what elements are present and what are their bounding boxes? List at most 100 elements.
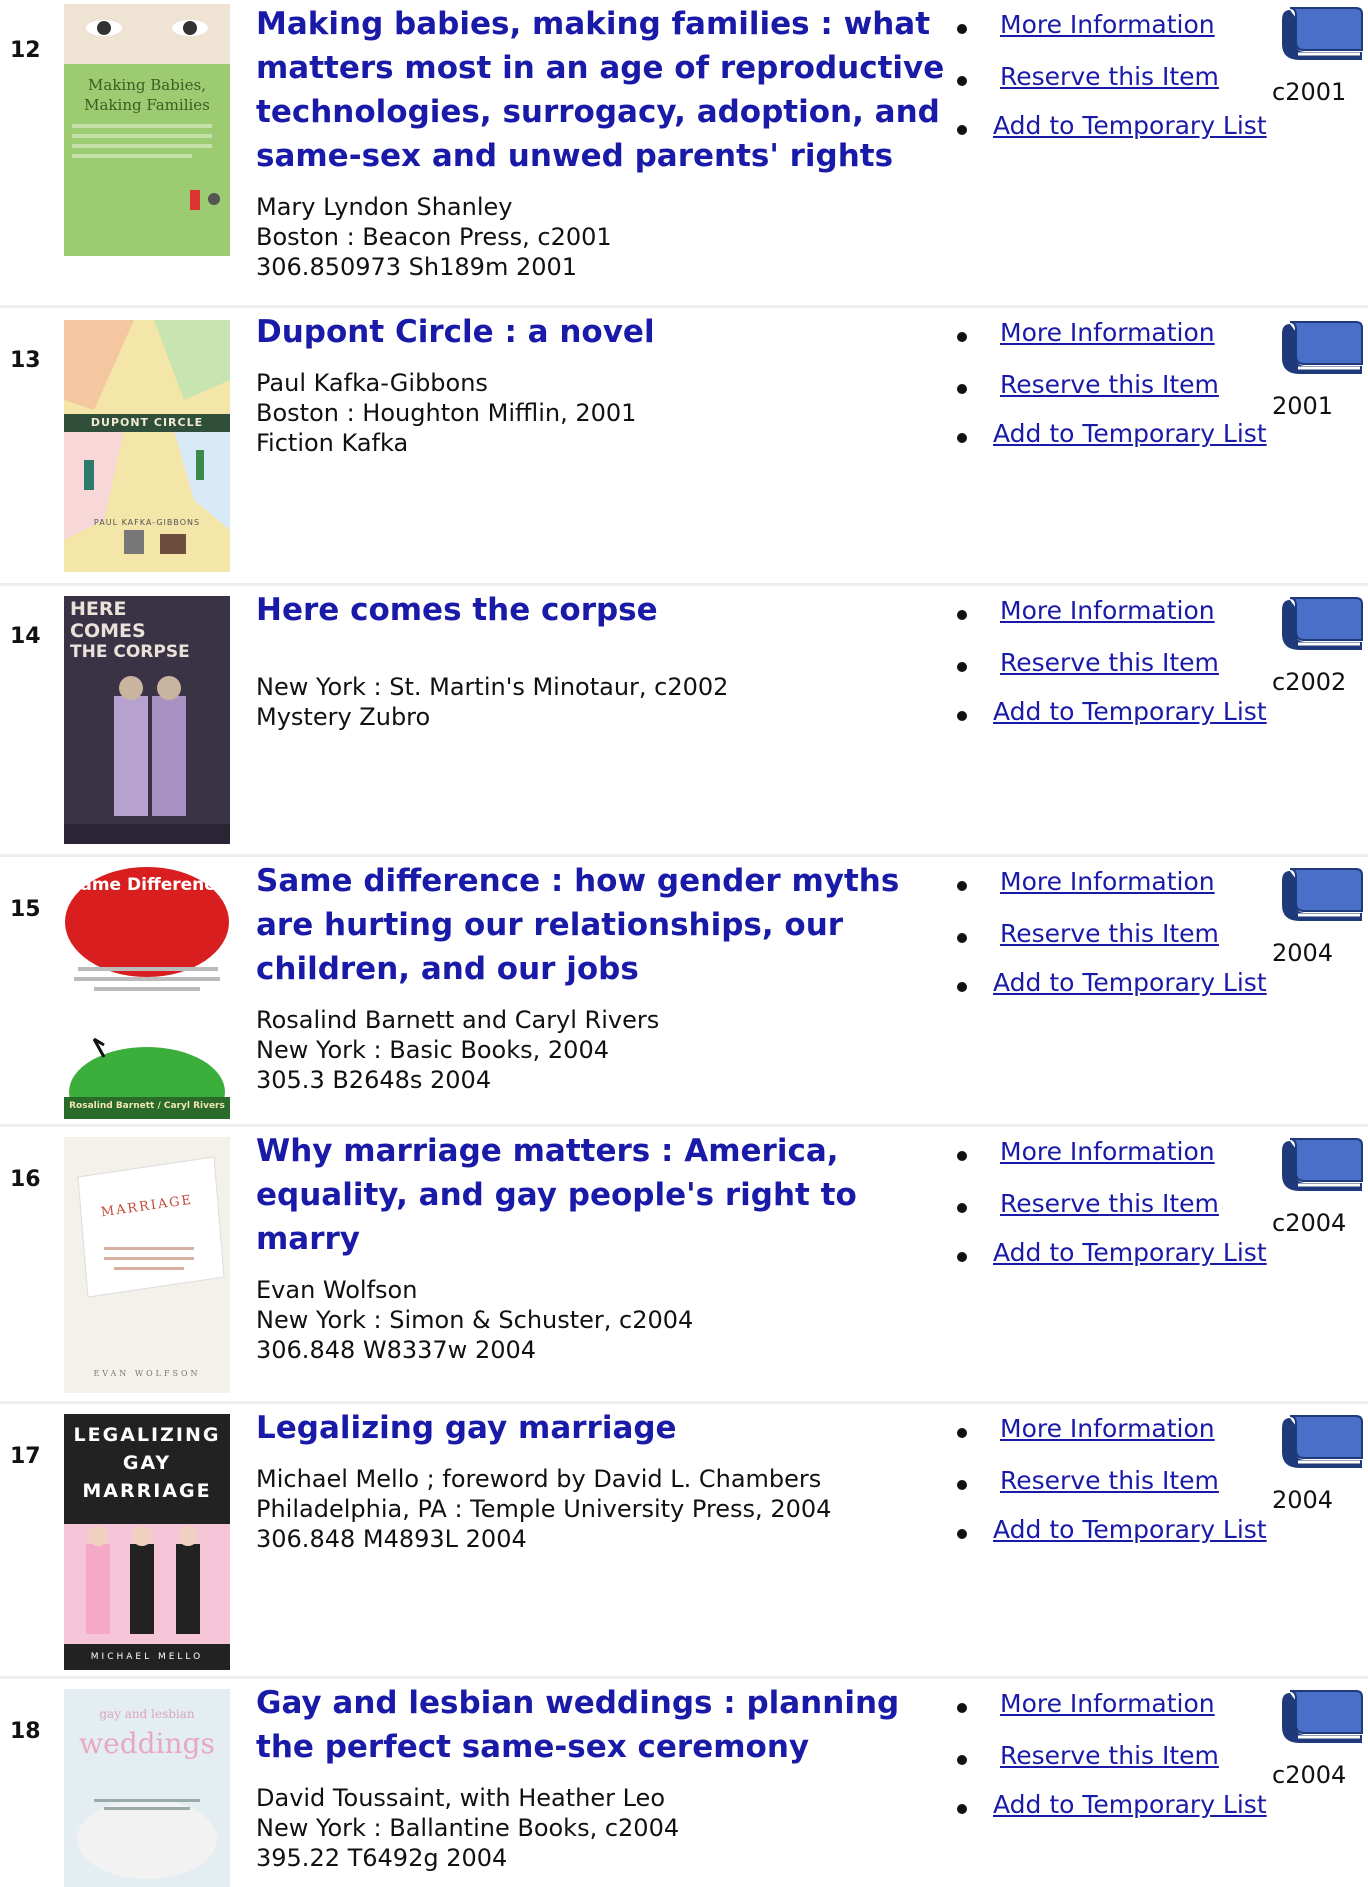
bullet-icon [957,1529,967,1539]
reserve-item-link[interactable]: Reserve this Item [1000,62,1219,91]
result-number: 12 [10,38,41,63]
more-information-link[interactable]: More Information [1000,1689,1215,1718]
result-info: Gay and lesbian weddings : planning the … [256,1681,956,1873]
bullet-icon [957,711,967,721]
result-number: 13 [10,348,41,373]
add-temporary-list-link[interactable]: Add to Temporary List [993,697,1267,726]
publisher: New York : Basic Books, 2004 [256,1036,609,1064]
call-number: 305.3 B2648s 2004 [256,1066,492,1094]
reserve-item-link[interactable]: Reserve this Item [1000,1466,1219,1495]
publication-year: c2002 [1272,668,1347,696]
more-information-link[interactable]: More Information [1000,596,1215,625]
add-temporary-list-link[interactable]: Add to Temporary List [993,1515,1267,1544]
author: Paul Kafka-Gibbons [256,369,488,397]
cover-title: Same Difference [68,875,226,895]
more-information-link[interactable]: More Information [1000,10,1215,39]
cover-title: Making Babies, [88,76,206,94]
result-row: 18 gay and lesbian weddings Gay and lesb… [0,1679,1368,1887]
bullet-icon [957,332,967,342]
result-title[interactable]: Same difference : how gender myths are h… [256,859,956,991]
book-icon [1282,1415,1363,1468]
cover-title: DUPONT CIRCLE [90,416,204,429]
bullet-icon [957,1703,967,1713]
result-number: 16 [10,1167,41,1192]
bullet-icon [957,125,967,135]
result-row: 17 LEGALIZING GAY MARRIAGE MICHAEL MELLO… [0,1404,1368,1679]
more-information-link[interactable]: More Information [1000,1137,1215,1166]
publisher: New York : St. Martin's Minotaur, c2002 [256,673,729,701]
reserve-item-link[interactable]: Reserve this Item [1000,1189,1219,1218]
bullet-icon [957,1252,967,1262]
author: David Toussaint, with Heather Leo [256,1784,666,1812]
publication-year: 2001 [1272,392,1334,420]
book-cover-image[interactable]: HERE COMES THE CORPSE [64,596,230,844]
more-information-link[interactable]: More Information [1000,318,1215,347]
bullet-icon [957,24,967,34]
bullet-icon [957,1428,967,1438]
bullet-icon [957,662,967,672]
author: Evan Wolfson [256,1276,418,1304]
bullet-icon [957,881,967,891]
result-row: 15 Same Difference Rosalind Barnett / Ca… [0,857,1368,1127]
reserve-item-link[interactable]: Reserve this Item [1000,919,1219,948]
book-cover-image[interactable]: Making Babies, Making Families [64,4,230,256]
cover-title-2: GAY [122,1452,172,1474]
publisher: New York : Ballantine Books, c2004 [256,1814,680,1842]
reserve-item-link[interactable]: Reserve this Item [1000,1741,1219,1770]
more-information-link[interactable]: More Information [1000,867,1215,896]
result-row: 13 DUPONT CIRCLE PAUL KAFKA-GIBBONS Dupo… [0,308,1368,586]
result-title[interactable]: Gay and lesbian weddings : planning the … [256,1681,956,1769]
result-number: 18 [10,1719,41,1744]
result-title[interactable]: Here comes the corpse [256,588,956,632]
book-cover-image[interactable]: DUPONT CIRCLE PAUL KAFKA-GIBBONS [64,320,230,572]
result-title[interactable]: Making babies, making families : what ma… [256,2,956,178]
format-indicator: c2004 [1272,1135,1368,1237]
result-info: Here comes the corpse New York : St. Mar… [256,588,956,732]
author: Michael Mello ; foreword by David L. Cha… [256,1465,822,1493]
book-cover-image[interactable]: gay and lesbian weddings [64,1689,230,1887]
add-temporary-list-link[interactable]: Add to Temporary List [993,1790,1267,1819]
reserve-item-link[interactable]: Reserve this Item [1000,648,1219,677]
book-icon [1282,7,1363,60]
call-number: Mystery Zubro [256,703,431,731]
add-temporary-list-link[interactable]: Add to Temporary List [993,111,1267,140]
cover-title-2: weddings [79,1727,215,1760]
result-row: 12 Making Babies, Making Families Making… [0,0,1368,308]
publisher: Philadelphia, PA : Temple University Pre… [256,1495,832,1523]
result-number: 17 [10,1444,41,1469]
book-cover-image[interactable]: Same Difference Rosalind Barnett / Caryl… [64,867,230,1119]
result-info: Legalizing gay marriage Michael Mello ; … [256,1406,956,1554]
action-links: More Information Reserve this Item Add t… [955,1127,1275,1287]
cover-title: LEGALIZING [73,1424,221,1446]
action-links: More Information Reserve this Item Add t… [955,1679,1275,1839]
add-temporary-list-link[interactable]: Add to Temporary List [993,1238,1267,1267]
format-indicator: c2001 [1272,4,1368,106]
cover-author: EVAN WOLFSON [93,1369,201,1378]
bullet-icon [957,1203,967,1213]
result-title[interactable]: Dupont Circle : a novel [256,310,956,354]
cover-title: gay and lesbian [99,1707,195,1721]
author: Rosalind Barnett and Caryl Rivers [256,1006,660,1034]
action-links: More Information Reserve this Item Add t… [955,308,1275,468]
action-links: More Information Reserve this Item Add t… [955,586,1275,746]
cover-art [64,867,230,1119]
add-temporary-list-link[interactable]: Add to Temporary List [993,419,1267,448]
book-icon [1282,1690,1363,1743]
book-cover-image[interactable]: MARRIAGE EVAN WOLFSON [64,1137,230,1393]
cover-art [77,1156,225,1298]
result-info: Dupont Circle : a novel Paul Kafka-Gibbo… [256,310,956,458]
reserve-item-link[interactable]: Reserve this Item [1000,370,1219,399]
result-title[interactable]: Why marriage matters : America, equality… [256,1129,956,1261]
format-indicator: c2004 [1272,1687,1368,1789]
result-info: Same difference : how gender myths are h… [256,859,956,1095]
more-information-link[interactable]: More Information [1000,1414,1215,1443]
result-title[interactable]: Legalizing gay marriage [256,1406,956,1450]
cover-title-3: THE CORPSE [70,642,190,662]
add-temporary-list-link[interactable]: Add to Temporary List [993,968,1267,997]
book-cover-image[interactable]: LEGALIZING GAY MARRIAGE MICHAEL MELLO [64,1414,230,1670]
book-icon [1282,597,1363,650]
call-number: Fiction Kafka [256,429,409,457]
result-number: 14 [10,624,41,649]
bullet-icon [957,1755,967,1765]
cover-title-2: Making Families [84,96,210,114]
